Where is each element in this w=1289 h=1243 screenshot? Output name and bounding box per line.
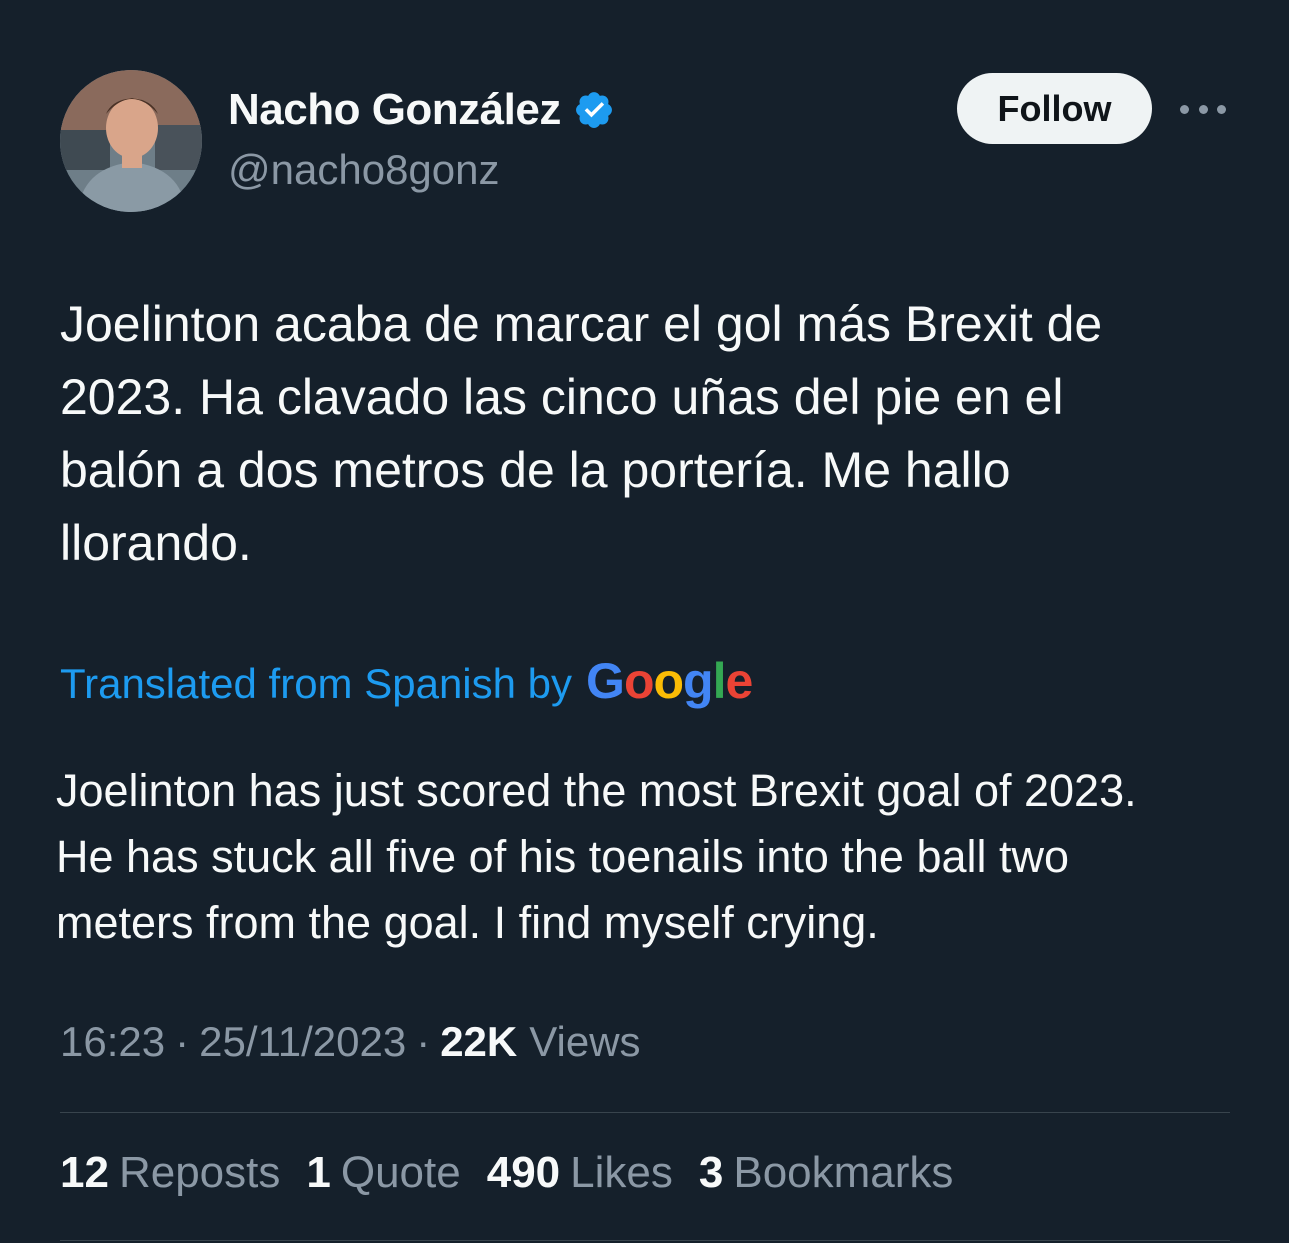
stat-label: Reposts (118, 1148, 281, 1197)
likes-stat[interactable]: 490 Likes (487, 1148, 673, 1198)
views-count: 22K (440, 1018, 518, 1065)
stat-count: 490 (486, 1148, 561, 1197)
tweet-card: Nacho González @nacho8gonz Follow Joelin… (0, 0, 1289, 1243)
meta-separator: · (416, 1018, 431, 1065)
meta-separator: · (175, 1018, 190, 1065)
stat-count: 1 (306, 1148, 331, 1197)
verified-badge-icon[interactable] (573, 89, 615, 131)
stat-count: 3 (698, 1148, 724, 1197)
translation-attribution: Translated from Spanish by Google (60, 652, 753, 712)
tweet-meta: 16:23 · 25/11/2023 · 22K Views (60, 1018, 641, 1066)
stat-count: 12 (60, 1148, 109, 1197)
stat-label: Likes (570, 1148, 673, 1197)
tweet-text: Joelinton acaba de marcar el gol más Bre… (60, 296, 1103, 571)
follow-button[interactable]: Follow (957, 73, 1152, 144)
translated-from-link[interactable]: Translated from Spanish by (60, 660, 572, 708)
stat-label: Quote (340, 1148, 461, 1197)
translated-text: Joelinton has just scored the most Brexi… (56, 765, 1137, 948)
more-icon[interactable] (1180, 96, 1226, 122)
display-name[interactable]: Nacho González (228, 85, 561, 135)
quotes-stat[interactable]: 1 Quote (306, 1148, 460, 1198)
author-handle[interactable]: @nacho8gonz (228, 146, 500, 194)
views-label: Views (529, 1018, 641, 1065)
avatar[interactable] (60, 70, 202, 212)
tweet-time[interactable]: 16:23 (60, 1018, 165, 1066)
reposts-stat[interactable]: 12 Reposts (60, 1148, 280, 1198)
tweet-date[interactable]: 25/11/2023 (199, 1018, 406, 1066)
stat-label: Bookmarks (733, 1148, 954, 1197)
engagement-stats: 12 Reposts 1 Quote 490 Likes 3 Bookmarks (60, 1148, 953, 1198)
author-name-row: Nacho González (228, 84, 615, 136)
bookmarks-stat[interactable]: 3 Bookmarks (699, 1148, 954, 1198)
google-logo: Google (586, 653, 753, 709)
divider (60, 1112, 1230, 1113)
avatar-image (60, 70, 202, 212)
divider (60, 1240, 1230, 1241)
